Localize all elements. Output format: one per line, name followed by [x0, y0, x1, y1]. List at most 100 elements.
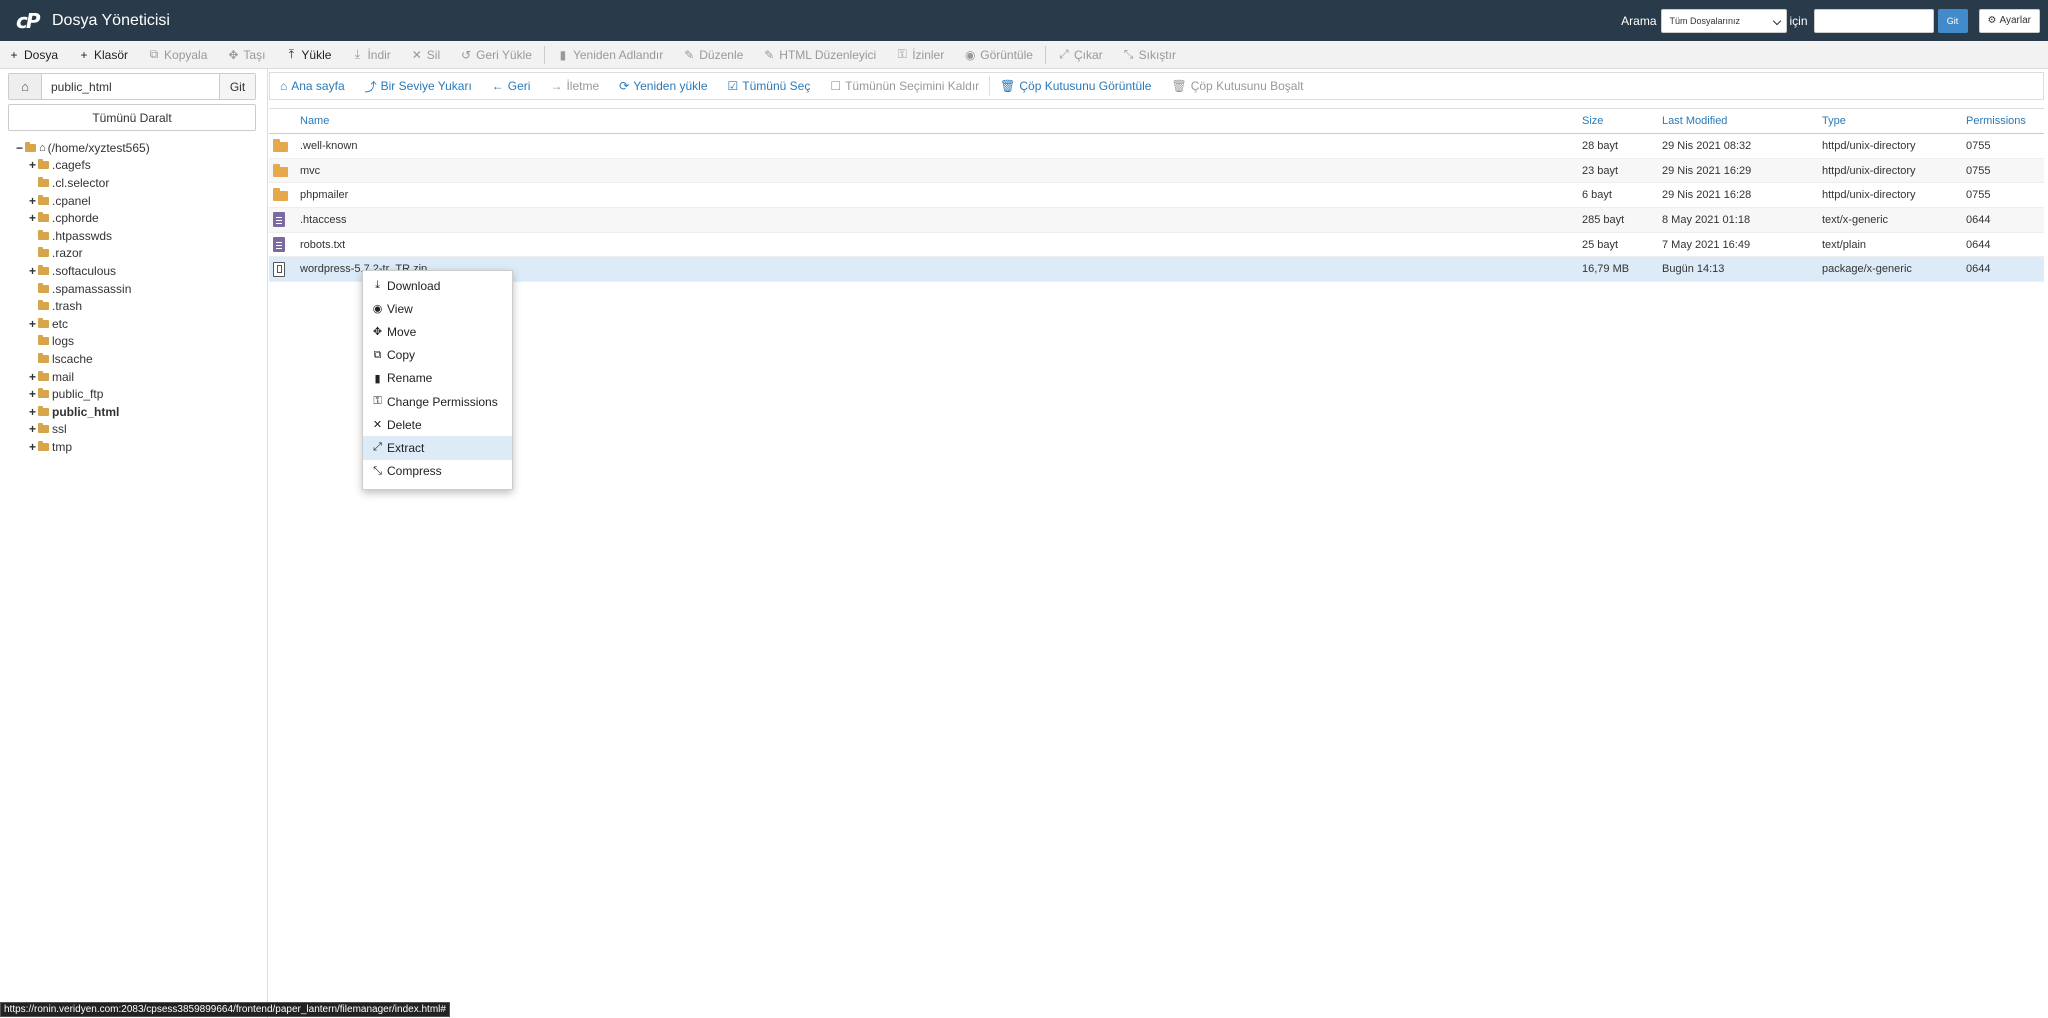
expand-icon[interactable]: +: [27, 264, 38, 278]
ctx-view-label: View: [387, 301, 413, 316]
tree-item[interactable]: + .cpanel: [14, 192, 150, 210]
tree-item[interactable]: + public_html: [14, 403, 150, 421]
view-trash-button[interactable]: 🗑 Çöp Kutusunu Görüntüle: [1000, 79, 1151, 93]
ctx-change-permissions[interactable]: ⚿ Change Permissions: [363, 390, 512, 413]
ctx-extract[interactable]: ⤢ Extract: [363, 436, 512, 460]
col-type[interactable]: Type: [1822, 115, 1966, 127]
table-row[interactable]: wordpress-5.7.2-tr_TR.zip16,79 MBBugün 1…: [269, 257, 2044, 283]
download-icon: ⤓: [375, 279, 380, 292]
new-file-button[interactable]: + Dosya: [8, 48, 58, 62]
new-folder-button-label: Klasör: [94, 47, 129, 62]
view-icon: ◉: [372, 303, 383, 316]
cpanel-logo[interactable]: cP: [16, 11, 42, 31]
download-button[interactable]: ⤓ İndir: [351, 47, 391, 62]
copy-icon: ⧉: [373, 348, 382, 361]
search-scope-select[interactable]: Tüm Dosyalarınız: [1660, 8, 1787, 33]
folder-icon: [273, 138, 288, 152]
ctx-delete[interactable]: ✕ Delete: [363, 413, 512, 436]
tree-item-label: public_html: [52, 404, 120, 419]
unselect-all-button[interactable]: ☐ Tümünün Seçimini Kaldır: [830, 79, 979, 93]
expand-icon[interactable]: +: [27, 387, 38, 401]
col-permissions[interactable]: Permissions: [1966, 115, 2044, 127]
tree-item[interactable]: + public_ftp: [14, 385, 150, 403]
ctx-view[interactable]: ◉ View: [363, 297, 512, 320]
table-row[interactable]: mvc 23 bayt 29 Nis 2021 16:29 httpd/unix-di…: [269, 158, 2044, 184]
table-row[interactable]: .well-known 28 bayt 29 Nis 2021 08:32 httpd…: [269, 134, 2044, 159]
empty-trash-icon: 🗑: [1171, 79, 1187, 93]
collapse-all-button[interactable]: Tümünü Daralt: [8, 104, 256, 131]
copy-button[interactable]: ⧉ Kopyala: [148, 47, 208, 62]
col-modified[interactable]: Last Modified: [1662, 115, 1822, 127]
tree-item[interactable]: + ssl: [14, 421, 150, 439]
reload-button[interactable]: ⟳ Yeniden yükle: [619, 79, 707, 93]
ctx-move[interactable]: ✥ Move: [363, 320, 512, 343]
view-button[interactable]: ◉ Görüntüle: [964, 48, 1033, 62]
ctx-rename[interactable]: ▮ Rename: [363, 367, 512, 390]
tree-item[interactable]: logs: [14, 333, 150, 351]
tree-item[interactable]: + tmp: [14, 438, 150, 456]
expand-icon[interactable]: +: [27, 317, 38, 331]
ctx-copy[interactable]: ⧉ Copy: [363, 344, 512, 367]
move-button[interactable]: ✥ Taşı: [227, 48, 265, 62]
path-input[interactable]: public_html: [42, 74, 219, 99]
search-input[interactable]: [1813, 8, 1934, 33]
extract-icon: ⤢: [1059, 47, 1069, 61]
expand-icon[interactable]: +: [27, 405, 38, 419]
ctx-compress[interactable]: ⤡ Compress: [363, 460, 512, 483]
tree-item[interactable]: + etc: [14, 315, 150, 333]
tree-item[interactable]: .trash: [14, 297, 150, 315]
ctx-change-permissions-label: Change Permissions: [387, 394, 498, 409]
compress-button[interactable]: ⤡ Sıkıştır: [1123, 47, 1176, 62]
home-path-button[interactable]: ⌂: [9, 74, 42, 99]
html-editor-button[interactable]: ✎ HTML Düzenleyici: [763, 48, 876, 62]
tree-item[interactable]: + .softaculous: [14, 262, 150, 280]
expand-icon[interactable]: +: [27, 158, 38, 172]
home-nav-button[interactable]: ⌂ Ana sayfa: [280, 79, 345, 93]
edit-button[interactable]: ✎ Düzenle: [683, 48, 743, 62]
path-go-button[interactable]: Git: [219, 74, 255, 99]
tree-item[interactable]: .htpasswds: [14, 227, 150, 245]
home-nav-icon: ⌂: [280, 79, 288, 93]
table-row[interactable]: phpmailer 6 bayt 29 Nis 2021 16:28 httpd/un…: [269, 183, 2044, 209]
table-row[interactable]: .htaccess 285 bayt 8 May 2021 01:18 text/x-…: [269, 208, 2044, 233]
left-panel: ⌂ public_html Git Tümünü Daralt − ⌂ (/ho…: [0, 69, 268, 1018]
expand-icon[interactable]: +: [27, 194, 38, 208]
expand-icon[interactable]: +: [27, 370, 38, 384]
tree-item[interactable]: + .cagefs: [14, 157, 150, 175]
download-icon: ⤓: [354, 47, 361, 61]
search-go-button[interactable]: Git: [1937, 8, 1968, 33]
upload-button[interactable]: ⤒ Yükle: [285, 47, 332, 62]
select-all-icon: ☑: [727, 79, 739, 93]
extract-button[interactable]: ⤢ Çıkar: [1058, 47, 1102, 62]
permissions-button[interactable]: ⚿ İzinler: [896, 47, 945, 62]
delete-button[interactable]: ✕ Sil: [411, 48, 440, 62]
status-url: https://ronin.veridyen.com:2083/cpsess38…: [0, 1002, 450, 1017]
new-folder-button[interactable]: + Klasör: [78, 47, 129, 62]
settings-button[interactable]: ⚙ Ayarlar: [1978, 8, 2040, 33]
col-name[interactable]: Name: [300, 115, 1582, 127]
expand-icon[interactable]: +: [27, 211, 38, 225]
collapse-icon[interactable]: −: [14, 141, 25, 155]
tree-item[interactable]: + mail: [14, 368, 150, 386]
expand-icon[interactable]: +: [27, 422, 38, 436]
tree-item[interactable]: + .cphorde: [14, 209, 150, 227]
table-row[interactable]: robots.txt 25 bayt 7 May 2021 16:49 text/pl…: [269, 233, 2044, 258]
select-all-button[interactable]: ☑ Tümünü Seç: [728, 79, 811, 93]
tree-root[interactable]: − ⌂ (/home/xyztest565): [14, 139, 150, 157]
file-modified: Bugün 14:13: [1662, 263, 1725, 276]
search-area: Arama Tüm Dosyalarınız için Git ⚙ Ayarla…: [1621, 8, 2040, 33]
col-size[interactable]: Size: [1582, 115, 1662, 127]
tree-item[interactable]: lscache: [14, 350, 150, 368]
ctx-extract-label: Extract: [387, 440, 425, 455]
empty-trash-button[interactable]: 🗑 Çöp Kutusunu Boşalt: [1171, 79, 1303, 93]
rename-button[interactable]: ▮ Yeniden Adlandır: [557, 48, 664, 62]
restore-button[interactable]: ↺ Geri Yükle: [460, 48, 532, 62]
ctx-download[interactable]: ⤓ Download: [363, 274, 512, 297]
expand-icon[interactable]: +: [27, 440, 38, 454]
tree-item[interactable]: .razor: [14, 245, 150, 263]
tree-item[interactable]: .spamassassin: [14, 280, 150, 298]
back-button[interactable]: ← Geri: [492, 79, 531, 93]
tree-item[interactable]: .cl.selector: [14, 174, 150, 192]
forward-button[interactable]: → İletme: [550, 79, 599, 93]
up-level-button[interactable]: ⤴ Bir Seviye Yukarı: [365, 78, 472, 95]
